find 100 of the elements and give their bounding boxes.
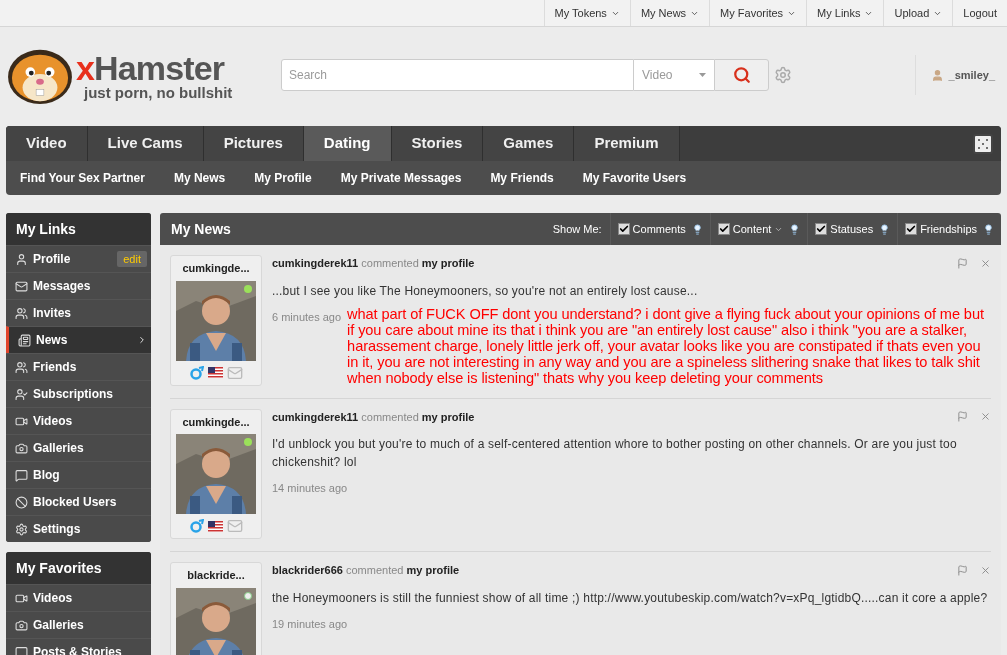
- reply-text: what part of FUCK OFF dont you understand? i dont give a flying fuck about your opinions of me but if you care about mine its that i think you are "an entirely lost cause" also i think "you are a stalker, harassement charge, lonely little jerk off, your avatar looks like you are constipated if thats even you in it, you are not interesting in any way and you are a spineless slithering snake that likes to talk shit when nobody else is listening" thats why you keep deleting your comments: [347, 305, 985, 386]
- male-icon: [189, 519, 204, 533]
- sub-nav-link[interactable]: My News: [173, 169, 226, 187]
- sidebar-item[interactable]: News: [6, 326, 151, 353]
- main-tab[interactable]: Live Cams: [87, 126, 204, 161]
- filter-label: Friendships: [920, 221, 977, 237]
- sidebar-item[interactable]: Invites: [6, 299, 151, 326]
- edit-badge[interactable]: edit: [117, 250, 147, 268]
- search-button[interactable]: [714, 59, 769, 91]
- people-icon: [15, 360, 28, 374]
- sidebar-item-label: Invites: [33, 305, 71, 322]
- envelope-icon[interactable]: [226, 364, 243, 381]
- top-menu-link[interactable]: My Links: [806, 0, 884, 26]
- news-headline: cumkingderek11 commented my profile: [272, 256, 475, 271]
- sidebar-item-label: Galleries: [33, 617, 84, 634]
- card-username[interactable]: cumkingde...: [182, 413, 250, 430]
- lightbulb-icon: [879, 223, 891, 235]
- filter-label: Statuses: [830, 221, 874, 237]
- card-username[interactable]: cumkingde...: [182, 260, 250, 277]
- sidebar-item[interactable]: Friends: [6, 353, 151, 380]
- check-icon: [816, 224, 827, 234]
- sidebar-item-label: Messages: [33, 278, 91, 295]
- settings-icon[interactable]: [774, 66, 792, 84]
- settings-icon: [15, 522, 28, 536]
- lightbulb-icon: [983, 223, 994, 235]
- lightbulb-icon: [789, 223, 801, 235]
- filter-label: Show Me:: [552, 221, 603, 237]
- timestamp: 14 minutes ago: [272, 481, 348, 496]
- sidebar-item-label: Settings: [33, 521, 81, 538]
- sidebar-item[interactable]: Settings: [6, 515, 151, 542]
- panel-title: My News: [171, 219, 231, 239]
- male-icon: [189, 365, 204, 380]
- speech-bubble-icon: [15, 468, 28, 482]
- flag-report-icon[interactable]: [957, 564, 968, 576]
- sub-nav-link[interactable]: My Favorite Users: [582, 169, 687, 187]
- filter-label: Content: [732, 221, 772, 237]
- camera-icon: [15, 618, 28, 632]
- main-tab[interactable]: Dating: [303, 126, 392, 161]
- sub-nav-link[interactable]: My Friends: [490, 169, 554, 187]
- search-icon: [732, 66, 751, 84]
- person-icon: [15, 252, 28, 266]
- person-check-icon: [15, 387, 28, 401]
- filter-checkbox[interactable]: [905, 223, 918, 235]
- filter-label: Comments: [632, 221, 686, 237]
- envelope-icon[interactable]: [226, 518, 243, 534]
- flag-icon: [207, 367, 223, 378]
- flag-report-icon[interactable]: [957, 411, 968, 423]
- section-title: My Favorites: [16, 558, 102, 578]
- flag-report-icon[interactable]: [957, 257, 968, 269]
- sidebar-item[interactable]: Galleries: [6, 611, 151, 638]
- sidebar-item[interactable]: Blocked Users: [6, 488, 151, 515]
- main-tab[interactable]: Video: [6, 126, 88, 161]
- sidebar-item-label: Galleries: [33, 440, 84, 457]
- logo-tagline: just porn, no bullshit: [84, 84, 233, 100]
- search-field[interactable]: Search: [281, 59, 634, 91]
- check-icon: [618, 224, 629, 234]
- sidebar-item[interactable]: Profile edit: [6, 245, 151, 272]
- main-tab[interactable]: Stories: [391, 126, 484, 161]
- sidebar-item[interactable]: Galleries: [6, 434, 151, 461]
- username-link[interactable]: _smiley_: [948, 66, 995, 84]
- logo[interactable]: xHamster just porn, no bullshit: [6, 45, 281, 105]
- top-menu-link[interactable]: Logout: [952, 0, 1007, 26]
- main-tab[interactable]: Premium: [574, 126, 680, 161]
- sidebar-item[interactable]: Blog: [6, 461, 151, 488]
- filter-checkbox[interactable]: [617, 223, 630, 235]
- logo-wordmark: xHamster: [76, 50, 226, 85]
- timestamp: 6 minutes ago: [272, 309, 342, 325]
- top-menu-link[interactable]: My Tokens: [543, 0, 630, 26]
- close-icon[interactable]: [980, 257, 991, 269]
- check-icon: [906, 224, 917, 234]
- blocked-icon: [15, 495, 28, 509]
- sub-nav-link[interactable]: My Private Messages: [340, 169, 462, 187]
- sidebar-item-label: Profile: [33, 251, 71, 268]
- comment-text: ...but I see you like The Honeymooners, so you're not an entirely lost cause...: [272, 282, 699, 300]
- sidebar-item[interactable]: Subscriptions: [6, 380, 151, 407]
- top-menu-link[interactable]: My News: [629, 0, 710, 26]
- main-tab[interactable]: Games: [483, 126, 575, 161]
- sub-nav-link[interactable]: Find Your Sex Partner: [20, 169, 145, 187]
- card-username[interactable]: blackride...: [187, 567, 245, 584]
- filter-checkbox[interactable]: [717, 223, 730, 235]
- sidebar-item-label: Blocked Users: [33, 494, 117, 511]
- sidebar-item[interactable]: Messages: [6, 272, 151, 299]
- comment-text: the Honeymooners is still the funniest show of all time ;) http://www.youtubeskip.com/watch?v=xPq_lgtidbQ.....can it core a apple?: [272, 589, 989, 607]
- sidebar-item-label: Friends: [33, 359, 77, 376]
- filter-checkbox[interactable]: [815, 223, 828, 235]
- people-icon: [15, 306, 28, 320]
- dice-icon[interactable]: [971, 131, 995, 156]
- camera-icon: [15, 441, 28, 455]
- lightbulb-icon: [691, 223, 703, 235]
- sidebar-item-label: Videos: [33, 413, 73, 430]
- sidebar-item[interactable]: Videos: [6, 407, 151, 434]
- top-menu-link[interactable]: My Favorites: [709, 0, 807, 26]
- main-tab[interactable]: Pictures: [203, 126, 304, 161]
- top-menu-link[interactable]: Upload: [883, 0, 953, 26]
- caret-icon: [699, 73, 706, 77]
- sidebar-item[interactable]: Videos: [6, 584, 151, 611]
- sidebar-item-label: Blog: [33, 467, 60, 484]
- sub-nav-link[interactable]: My Profile: [254, 169, 312, 187]
- close-icon[interactable]: [980, 411, 991, 423]
- close-icon[interactable]: [980, 564, 991, 576]
